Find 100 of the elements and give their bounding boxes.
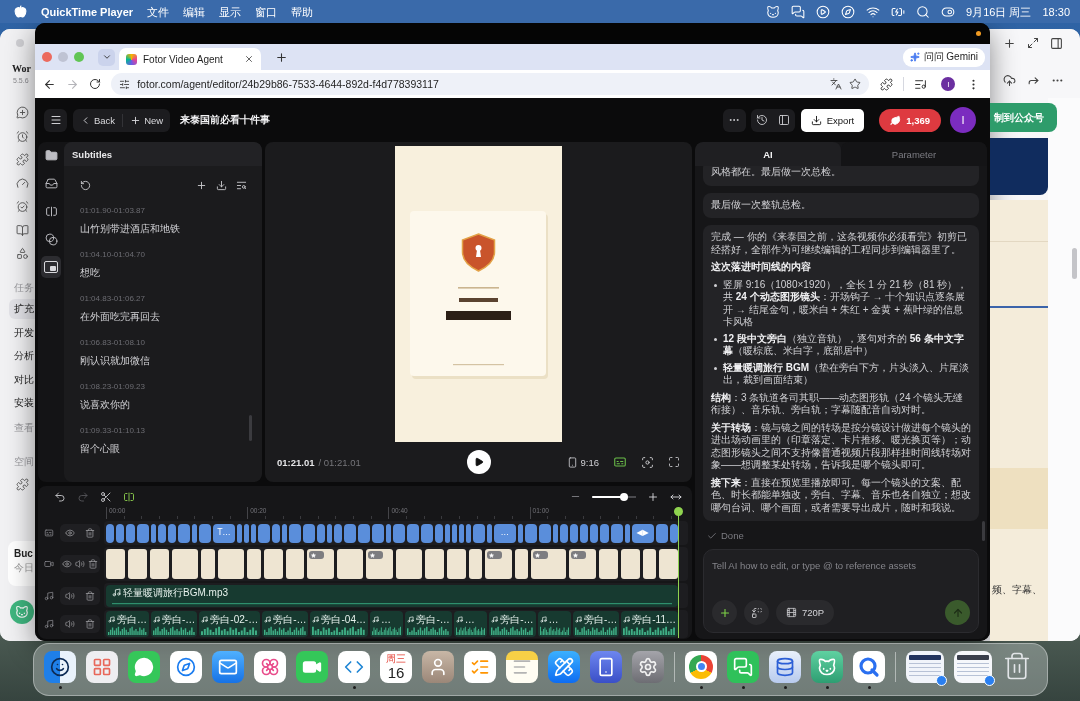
- focus-icon[interactable]: [641, 455, 654, 469]
- subtitle-clip[interactable]: [655, 523, 668, 543]
- sidebar-tool-button[interactable]: [41, 256, 61, 278]
- menu-item[interactable]: 编辑: [183, 4, 206, 19]
- speaker-icon[interactable]: [65, 590, 75, 601]
- trash-icon[interactable]: [88, 559, 99, 569]
- puzzle-icon[interactable]: [16, 478, 29, 491]
- audio-clip[interactable]: …: [369, 611, 404, 637]
- cylinder-icon[interactable]: [769, 650, 801, 689]
- expand-icon[interactable]: [1027, 37, 1039, 49]
- video-thumbnail[interactable]: [366, 549, 393, 579]
- aspect-ratio-button[interactable]: 9:16: [566, 456, 599, 468]
- subtitle-clip[interactable]: [465, 523, 471, 543]
- subtitle-clip[interactable]: [126, 523, 135, 543]
- smiling-face-icon[interactable]: [44, 650, 76, 689]
- wifi-icon[interactable]: [866, 4, 881, 19]
- subtitle-clip[interactable]: [344, 523, 357, 543]
- subtitle-clip[interactable]: [237, 523, 242, 543]
- sidebar-item[interactable]: 扩充: [9, 299, 35, 319]
- subtitle-text[interactable]: 说喜欢你的: [80, 399, 130, 411]
- menu-item[interactable]: 显示: [219, 4, 242, 19]
- subtitle-text[interactable]: 在外面吃完再回去: [80, 311, 160, 323]
- video-thumbnail[interactable]: [149, 549, 169, 579]
- video-thumbnail[interactable]: [217, 549, 245, 579]
- prompt-input[interactable]: Tell AI how to edit, or type @ to reference assets: [712, 558, 970, 572]
- subtitle-clip[interactable]: [524, 523, 537, 543]
- credits-button[interactable]: 1,369: [879, 108, 941, 132]
- video-thumbnail[interactable]: [285, 549, 305, 579]
- subtitle-clip[interactable]: [517, 523, 523, 543]
- play-circle-icon[interactable]: [816, 4, 831, 19]
- subtitle-clip[interactable]: [610, 523, 623, 543]
- panel-tab[interactable]: AI: [695, 142, 841, 166]
- close-icon[interactable]: [244, 54, 254, 64]
- subtitle-clip[interactable]: [288, 523, 301, 543]
- subtitle-clip[interactable]: [624, 523, 630, 543]
- user-avatar[interactable]: I: [950, 107, 976, 133]
- search-list-icon[interactable]: [236, 180, 247, 191]
- subtitle-clip[interactable]: [538, 523, 551, 543]
- subtitle-clip[interactable]: [136, 523, 149, 543]
- subtitle-clip[interactable]: [358, 523, 371, 543]
- video-thumbnail[interactable]: [395, 549, 422, 579]
- speaker-icon[interactable]: [65, 619, 75, 629]
- video-thumbnail[interactable]: [106, 549, 125, 579]
- subtitle-text[interactable]: 想吃: [80, 267, 100, 279]
- subtitle-clip[interactable]: [191, 523, 197, 543]
- audio-clip[interactable]: 旁白-…: [489, 611, 536, 637]
- open-book-icon[interactable]: [16, 223, 29, 237]
- app-menu[interactable]: QuickTime Player: [41, 4, 134, 19]
- download-icon[interactable]: [216, 180, 227, 191]
- scrollbar[interactable]: [249, 415, 252, 441]
- video-thumbnail[interactable]: [247, 549, 261, 579]
- audio-clip[interactable]: 旁白-…: [151, 611, 198, 637]
- scrollbar[interactable]: [1072, 248, 1077, 279]
- cloud-upload-icon[interactable]: [1003, 73, 1016, 87]
- subtitle-clip[interactable]: [407, 523, 420, 543]
- eye-icon[interactable]: [65, 528, 75, 538]
- cat-face-icon[interactable]: [811, 650, 843, 689]
- undo-icon[interactable]: [54, 490, 66, 503]
- browser-tab[interactable]: Fotor Video Agent: [119, 48, 261, 70]
- fullscreen-icon[interactable]: [668, 456, 680, 468]
- chat-plus-icon[interactable]: [16, 106, 29, 119]
- address-bar[interactable]: fotor.com/agent/editor/24b29b86-7533-4644-892d-f4d778393117: [111, 73, 870, 95]
- video-thumbnail[interactable]: [659, 549, 678, 579]
- subtitle-clip[interactable]: [600, 523, 609, 543]
- video-thumbnail[interactable]: [468, 549, 483, 579]
- puzzle-icon[interactable]: [16, 153, 29, 166]
- video-thumbnail[interactable]: [642, 549, 657, 579]
- subtitle-clip[interactable]: [177, 523, 190, 543]
- subtitle-clip[interactable]: [421, 523, 434, 543]
- window-thumbnail[interactable]: [954, 650, 992, 683]
- menu-bar-date[interactable]: 9月16日 周三: [966, 4, 1032, 19]
- video-thumbnail[interactable]: [263, 549, 283, 579]
- speaker-icon[interactable]: [75, 559, 85, 569]
- split-square-icon[interactable]: [123, 490, 135, 503]
- subtitle-clip[interactable]: [386, 523, 391, 543]
- side-panel-icon[interactable]: [1050, 36, 1063, 50]
- subtitle-clip[interactable]: [333, 523, 342, 543]
- chat-bubbles-icon[interactable]: [791, 4, 806, 19]
- menu-item[interactable]: 帮助: [291, 4, 314, 19]
- video-thumbnail[interactable]: [569, 549, 596, 579]
- sidebar-item[interactable]: 对比: [9, 369, 35, 390]
- compass-icon[interactable]: [841, 4, 856, 19]
- video-thumbnail[interactable]: [598, 549, 618, 579]
- code-icon[interactable]: [338, 650, 370, 689]
- zoom-slider-thumb[interactable]: [619, 492, 628, 501]
- bookmark-star-icon[interactable]: [849, 78, 862, 90]
- shapes-icon[interactable]: [16, 247, 29, 260]
- subtitle-text[interactable]: 留个心眼: [80, 443, 120, 455]
- cat-face-icon[interactable]: [766, 4, 781, 19]
- trash-can-icon[interactable]: [1002, 650, 1032, 681]
- subtitle-clip[interactable]: [580, 523, 589, 543]
- eye-icon[interactable]: [61, 559, 72, 569]
- gauge-icon[interactable]: [16, 176, 29, 190]
- back-button[interactable]: Back: [73, 108, 123, 132]
- video-thumbnail[interactable]: [127, 549, 147, 579]
- subtitle-clip[interactable]: [316, 523, 325, 543]
- subtitle-clip[interactable]: [157, 523, 166, 543]
- subtitle-clip[interactable]: [281, 523, 287, 543]
- trash-icon[interactable]: [85, 590, 95, 601]
- notification-card[interactable]: Buc 今日: [8, 541, 35, 586]
